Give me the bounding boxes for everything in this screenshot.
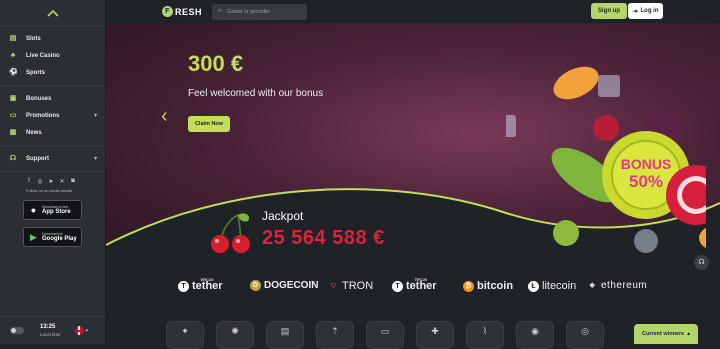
top-bar: F RESH ⌕ Game or provider Sign up ⇥ Log in — [106, 0, 720, 23]
search-input[interactable]: ⌕ Game or provider — [212, 3, 308, 20]
category-tile[interactable]: ⇡ — [316, 321, 354, 349]
rocket-icon: ⇡ — [331, 326, 339, 336]
category-tile[interactable]: ◎ — [566, 321, 604, 349]
chevron-down-icon[interactable]: ▾ — [86, 328, 89, 334]
sidebar-footer: 13:25 Local time ▾ — [0, 316, 106, 344]
claim-now-button[interactable]: Claim Now — [188, 116, 230, 132]
discord-icon[interactable]: ◙ — [70, 178, 76, 185]
jackpot-label: Jackpot — [262, 209, 304, 223]
sidebar-item-promotions[interactable]: ▭ Promotions ▾ — [0, 107, 105, 124]
bonus-chip-illustration: BONUS 50% — [506, 66, 706, 253]
login-button[interactable]: ⇥ Log in — [628, 3, 663, 19]
social-links: f ◎ ➤ ✕ ◙ — [0, 178, 105, 185]
chevron-down-icon: ▾ — [93, 113, 97, 119]
sidebar-item-news[interactable]: ▦ News — [0, 124, 105, 141]
current-winners-button[interactable]: Current winners ▴ — [634, 324, 698, 344]
theme-toggle[interactable] — [10, 327, 24, 334]
live-casino-icon: ♣ — [10, 51, 16, 59]
ethereum-icon: ◆ — [589, 282, 596, 289]
sidebar: ▤ Slots ♣ Live Casino ⚽ Sports ▣ Bonuses ▭ Pr… — [0, 0, 106, 344]
category-tile[interactable]: ▤ — [266, 321, 304, 349]
tether-icon: T — [392, 280, 403, 292]
slots-icon: ▤ — [9, 34, 17, 42]
bitcoin-icon: ₿ — [463, 280, 474, 292]
table-games-icon: ▭ — [380, 326, 390, 336]
partner-bitcoin: ₿ bitcoin — [463, 280, 513, 292]
partner-litecoin: Łlitecoin — [528, 280, 576, 292]
sidebar-item-live-casino[interactable]: ♣ Live Casino — [0, 47, 105, 64]
category-tile[interactable]: ▭ — [366, 321, 404, 349]
search-icon: ⌕ — [218, 8, 222, 14]
cherry-icon — [211, 213, 250, 253]
gift-icon: ▣ — [9, 94, 17, 102]
x-icon[interactable]: ✕ — [59, 178, 65, 185]
promotions-icon: ▭ — [9, 111, 17, 119]
roulette-icon: ◉ — [531, 326, 539, 336]
chevron-down-icon: ▾ — [93, 156, 97, 162]
apple-icon: ● — [30, 205, 37, 215]
sports-icon: ⚽ — [9, 68, 18, 76]
chip-text-bonus: BONUS — [621, 156, 672, 172]
dogecoin-icon: D — [250, 280, 261, 291]
litecoin-icon: Ł — [528, 280, 539, 292]
slot-machine-icon: ▤ — [280, 326, 290, 336]
facebook-icon[interactable]: f — [26, 178, 32, 185]
follow-text: Follow us on social media — [26, 188, 72, 193]
google-play-button[interactable]: ▶ Download for Google Play — [23, 227, 82, 247]
category-tile[interactable]: ✦ — [166, 321, 204, 349]
sidebar-item-sports[interactable]: ⚽ Sports — [0, 64, 105, 81]
login-icon: ⇥ — [632, 8, 638, 15]
partner-tether-trc20: Ttether TRC20 — [392, 277, 437, 292]
bonus-subtitle: Feel welcomed with our bonus — [188, 88, 324, 99]
sidebar-collapse[interactable] — [0, 0, 105, 26]
hero-banner[interactable]: BONUS 50% ‹ 300 € Feel welcomed with our… — [106, 23, 720, 268]
instagram-icon[interactable]: ◎ — [37, 178, 43, 185]
bonus-amount: 300 € — [188, 51, 244, 76]
chip-text-percent: 50% — [629, 172, 663, 191]
sidebar-item-bonuses[interactable]: ▣ Bonuses — [0, 90, 105, 107]
divider — [0, 85, 105, 86]
tron-icon: ▽ — [330, 282, 337, 290]
category-tile[interactable]: ✚ — [416, 321, 454, 349]
category-tile[interactable]: ⌇ — [466, 321, 504, 349]
logo[interactable]: F RESH — [162, 6, 202, 17]
divider — [0, 171, 105, 172]
support-icon: ☊ — [9, 154, 17, 162]
fresh-logo-icon: F — [162, 6, 173, 17]
sidebar-item-slots[interactable]: ▤ Slots — [0, 30, 105, 47]
partner-tether: Ttether ERC20 — [178, 277, 223, 292]
fishing-icon: ⌇ — [482, 326, 488, 336]
tether-icon: T — [178, 280, 189, 292]
language-flag-icon[interactable] — [74, 326, 84, 335]
category-tile[interactable]: ◉ — [516, 321, 554, 349]
previous-slide-icon[interactable]: ‹ — [161, 105, 168, 128]
google-play-icon: ▶ — [30, 231, 37, 242]
local-time: 13:25 Local time — [40, 323, 61, 337]
partner-ethereum: ◆ ethereum — [587, 280, 647, 291]
chevron-up-icon[interactable] — [46, 9, 59, 17]
star-icon: ✦ — [181, 326, 189, 336]
app-store-button[interactable]: ● Download on the App Store — [23, 200, 82, 220]
chip-icon: ◎ — [581, 326, 589, 336]
telegram-icon[interactable]: ➤ — [48, 178, 54, 185]
partner-tron: ▽ TRON — [328, 280, 373, 292]
partner-dogecoin: D DOGECOIN — [250, 280, 318, 291]
signup-button[interactable]: Sign up — [591, 3, 627, 19]
news-icon: ▦ — [9, 128, 17, 136]
badge-icon: ✺ — [231, 326, 239, 336]
chevron-up-icon: ▴ — [687, 331, 690, 337]
support-chat-button[interactable]: ☊ — [694, 255, 709, 270]
jackpot-value: 25 564 588 € — [262, 227, 385, 249]
gamepad-icon: ✚ — [431, 326, 439, 336]
sidebar-item-support[interactable]: ☊ Support ▾ — [0, 150, 105, 167]
divider — [0, 145, 105, 146]
category-tile[interactable]: ✺ — [216, 321, 254, 349]
